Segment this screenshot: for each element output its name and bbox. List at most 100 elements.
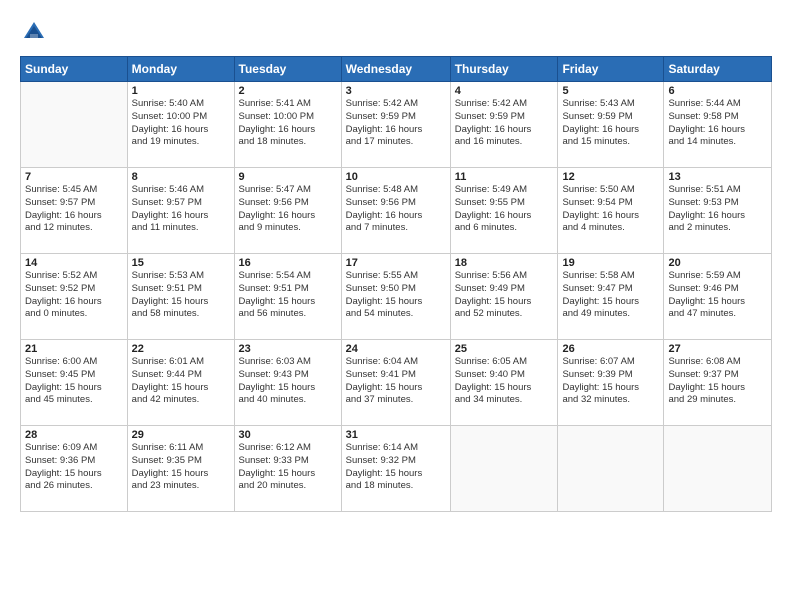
calendar-cell: 14Sunrise: 5:52 AM Sunset: 9:52 PM Dayli… bbox=[21, 254, 128, 340]
weekday-header-tuesday: Tuesday bbox=[234, 57, 341, 82]
page: SundayMondayTuesdayWednesdayThursdayFrid… bbox=[0, 0, 792, 612]
calendar-cell: 3Sunrise: 5:42 AM Sunset: 9:59 PM Daylig… bbox=[341, 82, 450, 168]
day-number: 29 bbox=[132, 429, 230, 441]
day-info: Sunrise: 5:53 AM Sunset: 9:51 PM Dayligh… bbox=[132, 270, 230, 321]
day-info: Sunrise: 5:42 AM Sunset: 9:59 PM Dayligh… bbox=[455, 98, 554, 149]
weekday-header-saturday: Saturday bbox=[664, 57, 772, 82]
calendar-cell: 11Sunrise: 5:49 AM Sunset: 9:55 PM Dayli… bbox=[450, 168, 558, 254]
day-number: 2 bbox=[239, 85, 337, 97]
day-info: Sunrise: 6:14 AM Sunset: 9:32 PM Dayligh… bbox=[346, 442, 446, 493]
day-number: 5 bbox=[562, 85, 659, 97]
calendar-cell: 1Sunrise: 5:40 AM Sunset: 10:00 PM Dayli… bbox=[127, 82, 234, 168]
logo bbox=[20, 18, 52, 46]
day-info: Sunrise: 5:41 AM Sunset: 10:00 PM Daylig… bbox=[239, 98, 337, 149]
day-number: 25 bbox=[455, 343, 554, 355]
calendar-cell: 17Sunrise: 5:55 AM Sunset: 9:50 PM Dayli… bbox=[341, 254, 450, 340]
calendar-cell: 31Sunrise: 6:14 AM Sunset: 9:32 PM Dayli… bbox=[341, 426, 450, 512]
day-number: 24 bbox=[346, 343, 446, 355]
calendar-cell: 23Sunrise: 6:03 AM Sunset: 9:43 PM Dayli… bbox=[234, 340, 341, 426]
calendar-cell bbox=[664, 426, 772, 512]
day-number: 15 bbox=[132, 257, 230, 269]
calendar-cell: 26Sunrise: 6:07 AM Sunset: 9:39 PM Dayli… bbox=[558, 340, 664, 426]
calendar-cell: 27Sunrise: 6:08 AM Sunset: 9:37 PM Dayli… bbox=[664, 340, 772, 426]
day-info: Sunrise: 5:49 AM Sunset: 9:55 PM Dayligh… bbox=[455, 184, 554, 235]
logo-icon bbox=[20, 18, 48, 46]
day-info: Sunrise: 6:01 AM Sunset: 9:44 PM Dayligh… bbox=[132, 356, 230, 407]
calendar-cell: 21Sunrise: 6:00 AM Sunset: 9:45 PM Dayli… bbox=[21, 340, 128, 426]
calendar-cell: 18Sunrise: 5:56 AM Sunset: 9:49 PM Dayli… bbox=[450, 254, 558, 340]
day-info: Sunrise: 5:46 AM Sunset: 9:57 PM Dayligh… bbox=[132, 184, 230, 235]
day-number: 11 bbox=[455, 171, 554, 183]
day-info: Sunrise: 6:09 AM Sunset: 9:36 PM Dayligh… bbox=[25, 442, 123, 493]
calendar-cell: 15Sunrise: 5:53 AM Sunset: 9:51 PM Dayli… bbox=[127, 254, 234, 340]
day-info: Sunrise: 6:04 AM Sunset: 9:41 PM Dayligh… bbox=[346, 356, 446, 407]
calendar-cell bbox=[450, 426, 558, 512]
day-info: Sunrise: 6:11 AM Sunset: 9:35 PM Dayligh… bbox=[132, 442, 230, 493]
calendar-cell: 2Sunrise: 5:41 AM Sunset: 10:00 PM Dayli… bbox=[234, 82, 341, 168]
day-number: 19 bbox=[562, 257, 659, 269]
calendar-cell: 28Sunrise: 6:09 AM Sunset: 9:36 PM Dayli… bbox=[21, 426, 128, 512]
day-number: 14 bbox=[25, 257, 123, 269]
day-number: 17 bbox=[346, 257, 446, 269]
weekday-header-sunday: Sunday bbox=[21, 57, 128, 82]
day-info: Sunrise: 5:42 AM Sunset: 9:59 PM Dayligh… bbox=[346, 98, 446, 149]
day-info: Sunrise: 5:50 AM Sunset: 9:54 PM Dayligh… bbox=[562, 184, 659, 235]
weekday-header-wednesday: Wednesday bbox=[341, 57, 450, 82]
calendar-cell: 5Sunrise: 5:43 AM Sunset: 9:59 PM Daylig… bbox=[558, 82, 664, 168]
calendar-cell: 4Sunrise: 5:42 AM Sunset: 9:59 PM Daylig… bbox=[450, 82, 558, 168]
day-info: Sunrise: 6:05 AM Sunset: 9:40 PM Dayligh… bbox=[455, 356, 554, 407]
calendar-header: SundayMondayTuesdayWednesdayThursdayFrid… bbox=[21, 57, 772, 82]
calendar-week-4: 21Sunrise: 6:00 AM Sunset: 9:45 PM Dayli… bbox=[21, 340, 772, 426]
day-info: Sunrise: 5:59 AM Sunset: 9:46 PM Dayligh… bbox=[668, 270, 767, 321]
calendar-cell: 16Sunrise: 5:54 AM Sunset: 9:51 PM Dayli… bbox=[234, 254, 341, 340]
day-number: 4 bbox=[455, 85, 554, 97]
day-info: Sunrise: 5:45 AM Sunset: 9:57 PM Dayligh… bbox=[25, 184, 123, 235]
calendar-cell: 6Sunrise: 5:44 AM Sunset: 9:58 PM Daylig… bbox=[664, 82, 772, 168]
day-number: 13 bbox=[668, 171, 767, 183]
calendar-cell: 24Sunrise: 6:04 AM Sunset: 9:41 PM Dayli… bbox=[341, 340, 450, 426]
weekday-row: SundayMondayTuesdayWednesdayThursdayFrid… bbox=[21, 57, 772, 82]
day-number: 28 bbox=[25, 429, 123, 441]
day-info: Sunrise: 5:43 AM Sunset: 9:59 PM Dayligh… bbox=[562, 98, 659, 149]
day-number: 21 bbox=[25, 343, 123, 355]
day-number: 12 bbox=[562, 171, 659, 183]
calendar-cell: 8Sunrise: 5:46 AM Sunset: 9:57 PM Daylig… bbox=[127, 168, 234, 254]
calendar: SundayMondayTuesdayWednesdayThursdayFrid… bbox=[20, 56, 772, 512]
day-number: 20 bbox=[668, 257, 767, 269]
day-number: 3 bbox=[346, 85, 446, 97]
day-number: 1 bbox=[132, 85, 230, 97]
weekday-header-friday: Friday bbox=[558, 57, 664, 82]
day-info: Sunrise: 5:52 AM Sunset: 9:52 PM Dayligh… bbox=[25, 270, 123, 321]
calendar-cell bbox=[558, 426, 664, 512]
day-number: 27 bbox=[668, 343, 767, 355]
calendar-cell: 19Sunrise: 5:58 AM Sunset: 9:47 PM Dayli… bbox=[558, 254, 664, 340]
calendar-cell: 10Sunrise: 5:48 AM Sunset: 9:56 PM Dayli… bbox=[341, 168, 450, 254]
day-number: 26 bbox=[562, 343, 659, 355]
day-number: 6 bbox=[668, 85, 767, 97]
calendar-cell: 22Sunrise: 6:01 AM Sunset: 9:44 PM Dayli… bbox=[127, 340, 234, 426]
day-info: Sunrise: 5:56 AM Sunset: 9:49 PM Dayligh… bbox=[455, 270, 554, 321]
calendar-body: 1Sunrise: 5:40 AM Sunset: 10:00 PM Dayli… bbox=[21, 82, 772, 512]
day-info: Sunrise: 5:51 AM Sunset: 9:53 PM Dayligh… bbox=[668, 184, 767, 235]
calendar-week-1: 1Sunrise: 5:40 AM Sunset: 10:00 PM Dayli… bbox=[21, 82, 772, 168]
day-number: 9 bbox=[239, 171, 337, 183]
day-info: Sunrise: 5:55 AM Sunset: 9:50 PM Dayligh… bbox=[346, 270, 446, 321]
day-number: 18 bbox=[455, 257, 554, 269]
day-number: 7 bbox=[25, 171, 123, 183]
calendar-week-2: 7Sunrise: 5:45 AM Sunset: 9:57 PM Daylig… bbox=[21, 168, 772, 254]
day-info: Sunrise: 6:07 AM Sunset: 9:39 PM Dayligh… bbox=[562, 356, 659, 407]
day-number: 16 bbox=[239, 257, 337, 269]
calendar-cell: 12Sunrise: 5:50 AM Sunset: 9:54 PM Dayli… bbox=[558, 168, 664, 254]
calendar-cell: 25Sunrise: 6:05 AM Sunset: 9:40 PM Dayli… bbox=[450, 340, 558, 426]
day-info: Sunrise: 5:44 AM Sunset: 9:58 PM Dayligh… bbox=[668, 98, 767, 149]
weekday-header-monday: Monday bbox=[127, 57, 234, 82]
day-info: Sunrise: 5:40 AM Sunset: 10:00 PM Daylig… bbox=[132, 98, 230, 149]
calendar-week-3: 14Sunrise: 5:52 AM Sunset: 9:52 PM Dayli… bbox=[21, 254, 772, 340]
calendar-cell: 29Sunrise: 6:11 AM Sunset: 9:35 PM Dayli… bbox=[127, 426, 234, 512]
calendar-cell: 30Sunrise: 6:12 AM Sunset: 9:33 PM Dayli… bbox=[234, 426, 341, 512]
day-number: 23 bbox=[239, 343, 337, 355]
calendar-cell: 9Sunrise: 5:47 AM Sunset: 9:56 PM Daylig… bbox=[234, 168, 341, 254]
day-info: Sunrise: 6:12 AM Sunset: 9:33 PM Dayligh… bbox=[239, 442, 337, 493]
header bbox=[20, 18, 772, 46]
day-info: Sunrise: 5:47 AM Sunset: 9:56 PM Dayligh… bbox=[239, 184, 337, 235]
